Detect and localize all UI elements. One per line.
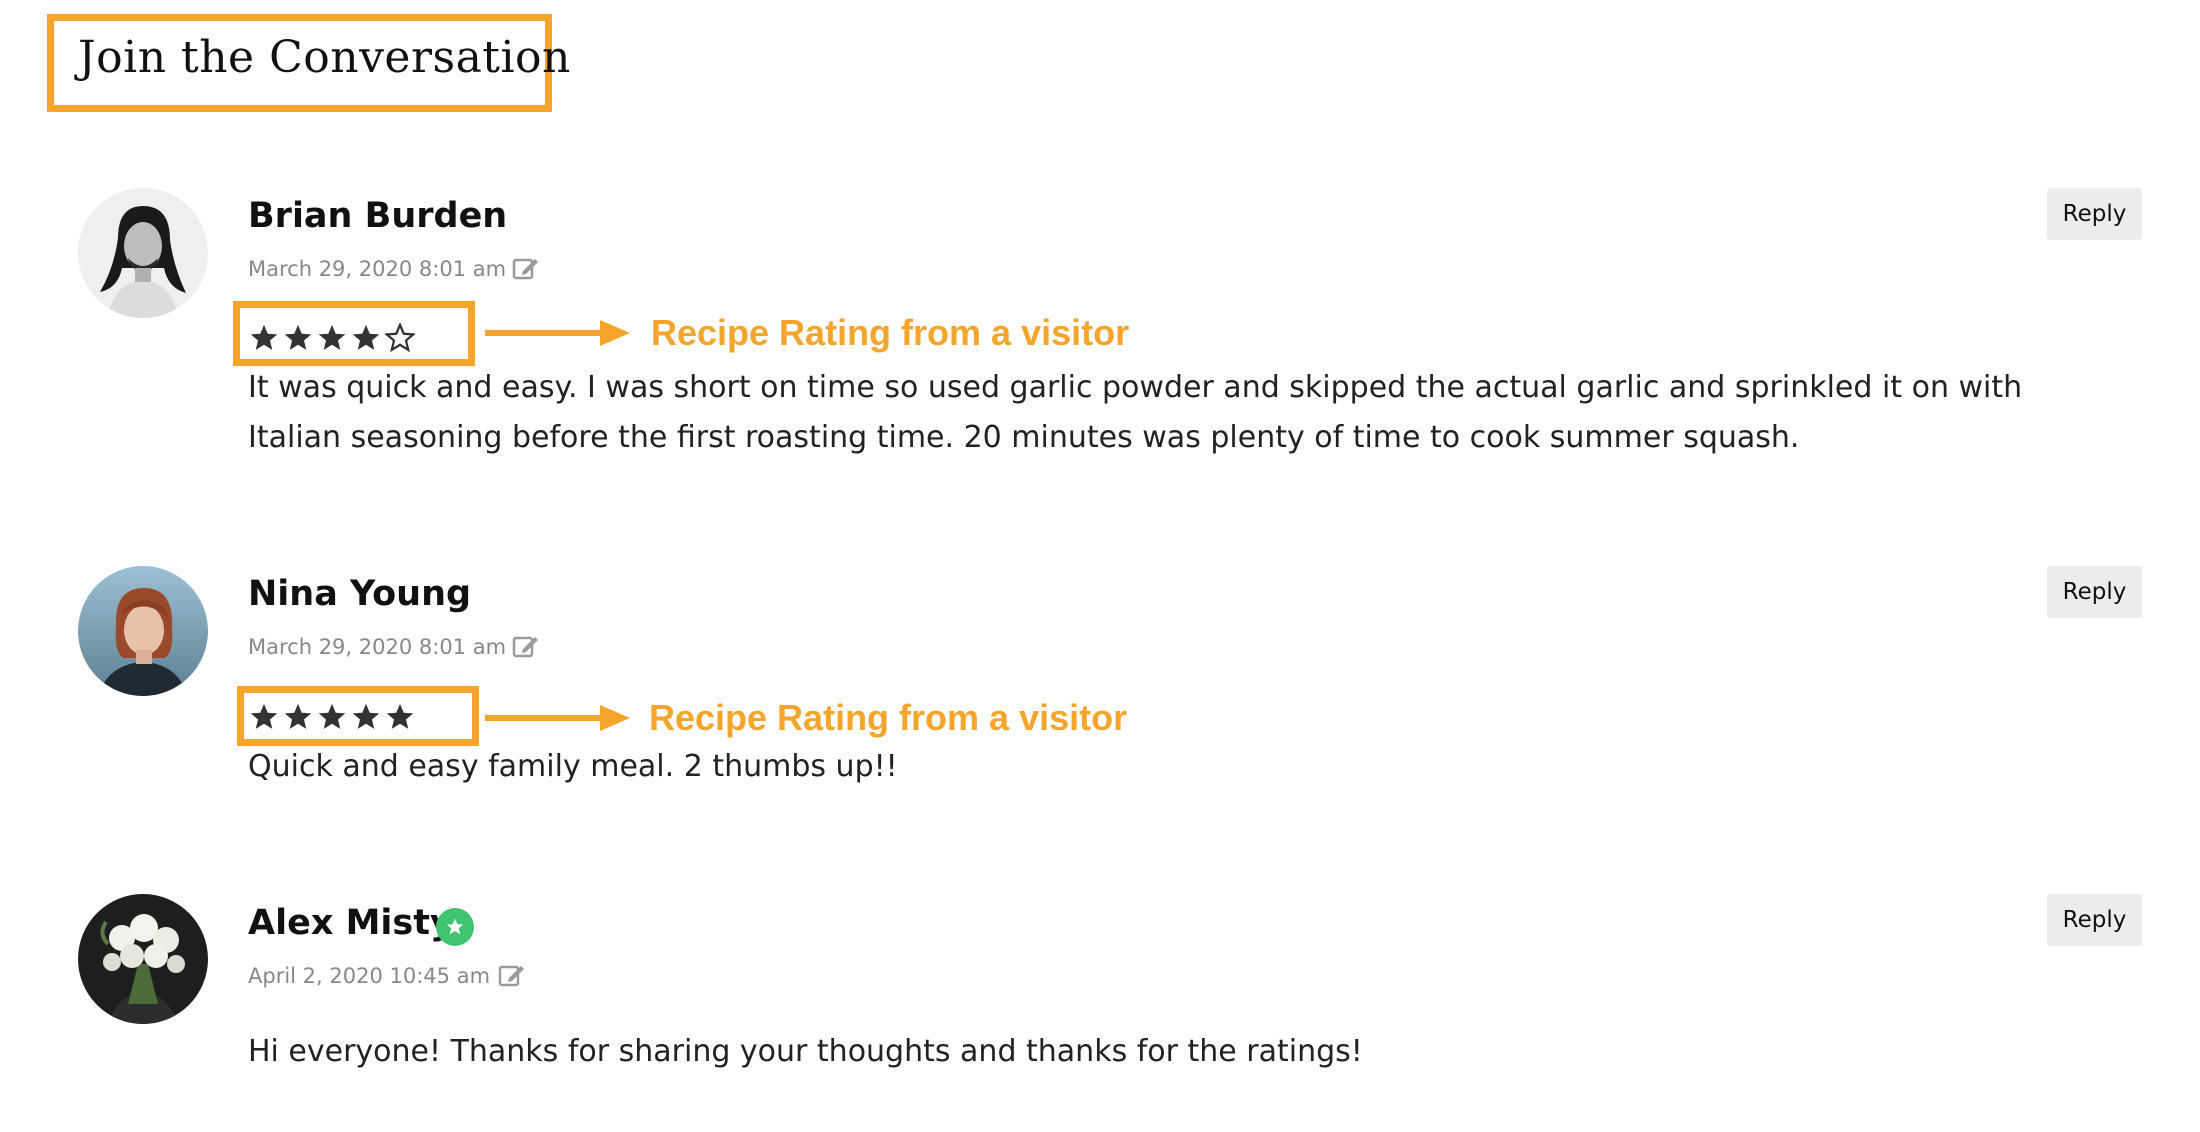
comment-text: Hi everyone! Thanks for sharing your tho…	[248, 1034, 1363, 1069]
edit-icon[interactable]	[511, 632, 539, 660]
reply-button[interactable]: Reply	[2047, 894, 2142, 946]
avatar[interactable]	[78, 188, 208, 318]
arrow-icon	[485, 318, 630, 348]
star-filled-icon	[317, 702, 347, 732]
comment-date[interactable]: March 29, 2020 8:01 am	[248, 635, 506, 659]
rating-annotation: Recipe Rating from a visitor	[649, 697, 1128, 738]
star-filled-icon	[351, 323, 381, 353]
star-filled-icon	[249, 323, 279, 353]
avatar[interactable]	[78, 894, 208, 1024]
section-title: Join the Conversation	[78, 32, 571, 83]
comment-author[interactable]: Brian Burden	[248, 196, 507, 236]
comment-author[interactable]: Nina Young	[248, 574, 471, 614]
reply-button[interactable]: Reply	[2047, 188, 2142, 240]
star-empty-icon	[385, 323, 415, 353]
comment-text: Quick and easy family meal. 2 thumbs up!…	[248, 749, 898, 784]
edit-icon[interactable]	[511, 254, 539, 282]
star-rating	[249, 323, 415, 353]
avatar[interactable]	[78, 566, 208, 696]
edit-icon[interactable]	[497, 961, 525, 989]
star-rating	[249, 702, 415, 732]
comment-text: It was quick and easy. I was short on ti…	[248, 370, 2023, 455]
rating-annotation: Recipe Rating from a visitor	[651, 312, 1130, 353]
comment-date[interactable]: April 2, 2020 10:45 am	[248, 964, 490, 988]
star-filled-icon	[283, 702, 313, 732]
arrow-icon	[485, 703, 630, 733]
star-filled-icon	[283, 323, 313, 353]
comment-date[interactable]: March 29, 2020 8:01 am	[248, 257, 506, 281]
verified-star-badge-icon	[436, 908, 474, 946]
star-filled-icon	[351, 702, 381, 732]
star-filled-icon	[385, 702, 415, 732]
reply-button[interactable]: Reply	[2047, 566, 2142, 618]
star-filled-icon	[317, 323, 347, 353]
comment-author[interactable]: Alex Misty	[248, 903, 453, 943]
star-filled-icon	[249, 702, 279, 732]
